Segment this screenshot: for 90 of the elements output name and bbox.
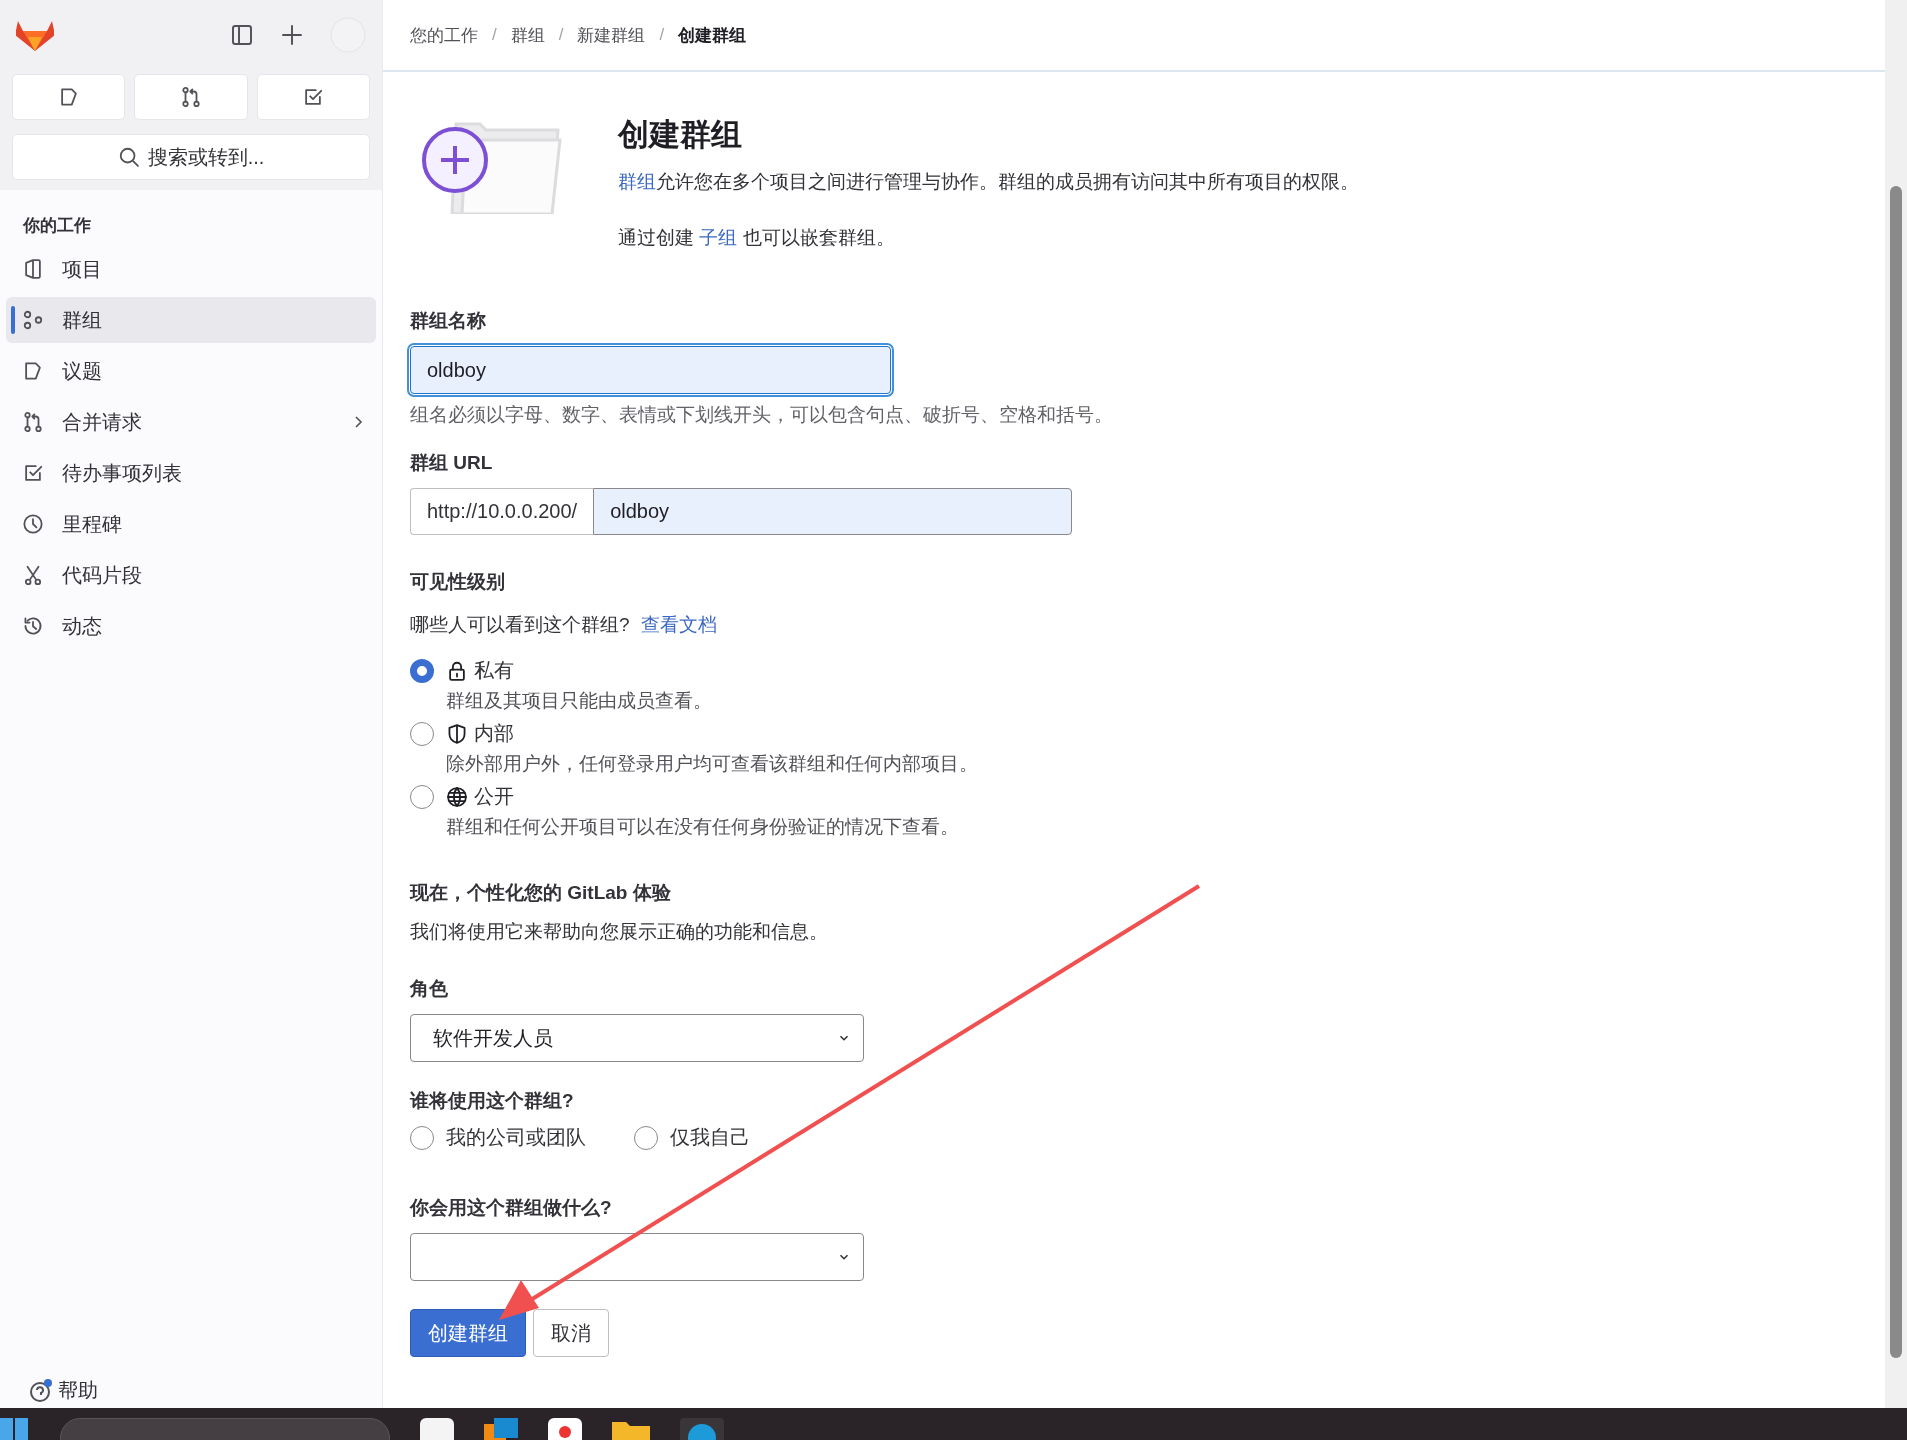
plus-icon[interactable] — [280, 23, 304, 47]
nav-item[interactable]: 待办事项列表 — [6, 450, 376, 496]
nav-label: 群组 — [62, 307, 103, 333]
page-title: 创建群组 — [618, 116, 743, 154]
nav-label: 里程碑 — [62, 511, 123, 537]
option-description: 除外部用户外，任何登录用户均可查看该群组和任何内部项目。 — [446, 752, 979, 776]
section-heading: 现在，个性化您的 GitLab 体验 — [410, 881, 672, 905]
option-label: 公开 — [474, 784, 514, 809]
field-label: 群组 URL — [410, 451, 494, 475]
shield-icon — [446, 722, 468, 745]
browser-icon[interactable] — [680, 1418, 724, 1440]
field-label: 群组名称 — [410, 309, 487, 333]
section-description: 我们将使用它来帮助向您展示正确的功能和信息。 — [410, 920, 829, 944]
radio-button[interactable] — [410, 784, 434, 809]
breadcrumb-link[interactable]: 群组 — [510, 23, 545, 47]
radio-button[interactable] — [410, 721, 434, 746]
scrollbar-thumb[interactable] — [1890, 186, 1902, 1358]
sidebar-toggle-icon[interactable] — [230, 23, 254, 47]
merge-request-icon — [22, 411, 44, 433]
nav-item[interactable]: 动态 — [6, 603, 376, 649]
help-icon — [28, 1377, 54, 1404]
breadcrumb-separator: / — [659, 25, 665, 45]
globe-icon — [446, 785, 468, 808]
nav-item[interactable]: 议题 — [6, 348, 376, 394]
clock-icon — [22, 513, 44, 535]
nav-item[interactable]: 里程碑 — [6, 501, 376, 547]
todo-icon — [22, 462, 44, 484]
groups-link[interactable]: 群组 — [618, 171, 656, 192]
create-group-button[interactable]: 创建群组 — [410, 1309, 526, 1357]
help-link[interactable]: 帮助 — [0, 1377, 382, 1408]
nav-label: 项目 — [62, 256, 103, 282]
merge-request-icon — [180, 86, 202, 108]
nav-label: 动态 — [62, 613, 103, 639]
field-label: 谁将使用这个群组? — [410, 1089, 575, 1113]
nav-item[interactable]: 合并请求 — [6, 399, 376, 445]
option-description: 群组和任何公开项目可以在没有任何身份验证的情况下查看。 — [446, 815, 960, 839]
start-icon[interactable] — [0, 1418, 30, 1440]
nav-item[interactable]: 群组 — [6, 297, 376, 343]
app-icon[interactable] — [420, 1418, 454, 1440]
subgroup-link[interactable]: 子组 — [699, 227, 738, 248]
breadcrumb-link[interactable]: 您的工作 — [410, 23, 478, 47]
visibility-question: 哪些人可以看到这个群组? 查看文档 — [410, 613, 718, 637]
option-label: 仅我自己 — [670, 1125, 750, 1150]
breadcrumb-separator: / — [492, 25, 497, 45]
cancel-button[interactable]: 取消 — [533, 1309, 609, 1357]
nav-label: 议题 — [62, 358, 103, 384]
field-label: 你会用这个群组做什么? — [410, 1196, 613, 1220]
url-prefix: http://10.0.0.200/ — [410, 488, 594, 535]
breadcrumb-separator: / — [558, 25, 564, 45]
lock-icon — [446, 659, 468, 682]
history-icon — [22, 615, 44, 637]
nav-label: 合并请求 — [62, 409, 143, 435]
option-label: 我的公司或团队 — [446, 1125, 586, 1150]
project-icon — [22, 258, 44, 280]
todo-icon — [302, 86, 325, 108]
group-name-field[interactable]: oldboy — [410, 346, 891, 394]
search-button[interactable]: 搜索或转到... — [12, 134, 370, 180]
merge-requests-button[interactable] — [134, 74, 248, 120]
purpose-select[interactable] — [410, 1233, 864, 1281]
breadcrumb-link[interactable]: 创建群组 — [678, 23, 747, 47]
option-description: 群组及其项目只能由成员查看。 — [446, 689, 713, 713]
help-label: 帮助 — [58, 1378, 98, 1403]
app-icon[interactable] — [484, 1418, 518, 1440]
docs-link[interactable]: 查看文档 — [640, 614, 717, 635]
todo-button[interactable] — [256, 74, 370, 120]
field-label: 角色 — [410, 977, 449, 1001]
breadcrumb-link[interactable]: 新建群组 — [577, 23, 646, 47]
field-label: 可见性级别 — [410, 570, 506, 594]
section-title: 你的工作 — [22, 215, 92, 237]
field-hint: 组名必须以字母、数字、表情或下划线开头，可以包含句点、破折号、空格和括号。 — [410, 403, 1114, 427]
issues-button[interactable] — [12, 74, 126, 120]
nav-item[interactable]: 项目 — [6, 246, 376, 292]
groups-icon — [22, 309, 44, 331]
radio-button[interactable] — [410, 658, 434, 683]
radio-button[interactable] — [410, 1125, 434, 1150]
nav-label: 待办事项列表 — [62, 460, 183, 486]
issue-icon — [22, 360, 44, 382]
app-icon[interactable] — [548, 1418, 582, 1440]
nav-label: 代码片段 — [62, 562, 143, 588]
option-label: 内部 — [474, 721, 514, 746]
group-path-field[interactable]: oldboy — [593, 488, 1073, 535]
role-select[interactable]: 软件开发人员 — [410, 1014, 864, 1062]
description-text: 群组允许您在多个项目之间进行管理与协作。群组的成员拥有访问其中所有项目的权限。 — [618, 170, 1359, 194]
radio-button[interactable] — [634, 1125, 658, 1150]
search-icon — [117, 146, 140, 168]
subgroup-note: 通过创建 子组 也可以嵌套群组。 — [618, 226, 896, 250]
nav-item[interactable]: 代码片段 — [6, 552, 376, 598]
scissors-icon — [22, 564, 44, 586]
option-label: 私有 — [474, 658, 514, 683]
active-indicator — [11, 306, 15, 334]
